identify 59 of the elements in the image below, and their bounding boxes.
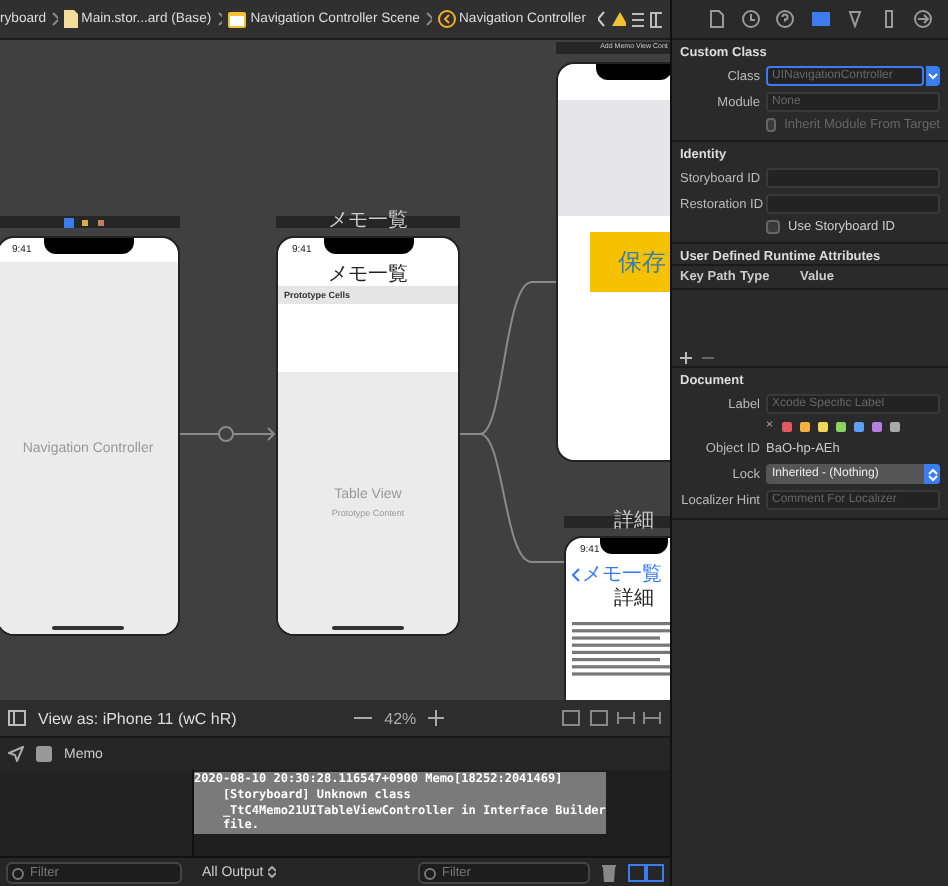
segue-arrow <box>180 426 276 442</box>
panel-icon[interactable] <box>650 11 663 27</box>
updown-icon <box>927 467 937 481</box>
phone-notch <box>43 238 133 254</box>
inspector-tab[interactable] <box>776 10 795 28</box>
scene-title: 詳細 <box>614 512 654 532</box>
text-lines-drawing <box>572 622 670 682</box>
inspector-tab[interactable] <box>879 10 898 28</box>
scene-title: メモ一覧 <box>328 212 408 232</box>
layout-tools-icon[interactable] <box>562 710 663 726</box>
color-swatch[interactable] <box>781 421 792 431</box>
inspector-tab[interactable] <box>811 10 829 28</box>
chevron-icon <box>425 12 431 26</box>
inspector-tab[interactable] <box>913 10 932 28</box>
color-swatch[interactable] <box>817 421 828 431</box>
arrow-down-icon <box>845 10 864 28</box>
color-swatch[interactable] <box>853 421 864 431</box>
file-icon <box>708 10 727 28</box>
nav-title: メモ一覧 <box>328 262 408 288</box>
inspector-tab[interactable] <box>845 10 864 28</box>
app-icon <box>36 746 52 762</box>
clock-icon <box>742 10 761 28</box>
updown-icon <box>267 866 276 878</box>
arrow-circle-icon <box>913 10 932 28</box>
sidebar-toggle-icon[interactable] <box>8 710 26 726</box>
phone-notch <box>600 538 668 554</box>
scene-icon <box>228 11 247 27</box>
color-swatch[interactable] <box>889 421 900 431</box>
file-icon <box>63 10 78 28</box>
ruler-icon <box>879 10 898 28</box>
zoom-level: 42% <box>384 709 417 727</box>
color-swatch[interactable] <box>799 421 810 431</box>
warning-navigation-icon[interactable] <box>597 10 627 28</box>
back-chevron-icon <box>572 567 580 581</box>
filter-icon <box>424 867 436 879</box>
phone-notch <box>596 64 670 80</box>
view-as-label[interactable]: View as: iPhone 11 (wC hR) <box>38 709 237 727</box>
nav-title: 詳細 <box>614 585 654 612</box>
location-arrow-icon[interactable] <box>8 746 24 762</box>
home-indicator <box>332 626 404 630</box>
dropdown-icon[interactable] <box>925 66 940 86</box>
trash-icon[interactable] <box>602 863 616 881</box>
phone-notch <box>323 238 413 254</box>
split-view-icon[interactable] <box>628 863 664 881</box>
help-icon <box>776 10 795 28</box>
back-button[interactable]: メモ一覧 <box>572 560 662 588</box>
list-icon[interactable] <box>632 11 645 27</box>
controller-icon <box>437 10 455 28</box>
inspector-tab[interactable] <box>742 10 761 28</box>
identity-card-icon <box>811 10 829 28</box>
chevron-icon <box>52 12 58 26</box>
home-indicator <box>52 626 124 630</box>
chevron-icon <box>217 12 223 26</box>
zoom-in-icon[interactable] <box>428 710 445 726</box>
color-swatch[interactable] <box>835 421 846 431</box>
add-icon[interactable] <box>680 352 692 364</box>
color-swatch[interactable] <box>871 421 882 431</box>
filter-icon <box>12 867 24 879</box>
inspector-tab[interactable] <box>708 10 727 28</box>
